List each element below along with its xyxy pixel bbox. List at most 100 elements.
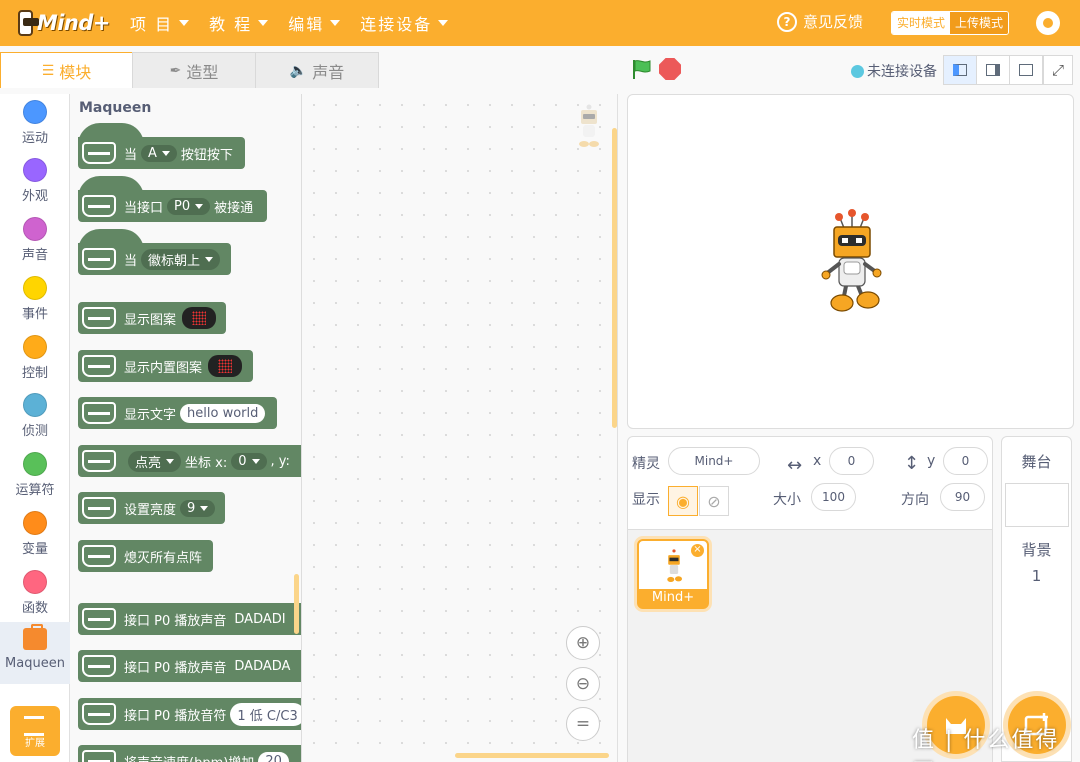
block-show-pattern[interactable]: 显示图案 [78,302,226,334]
flyout-scrollbar[interactable] [294,574,299,634]
large-stage-button[interactable] [976,55,1010,85]
direction-input[interactable]: 90 [940,483,985,511]
mindplus-robot-sprite[interactable] [820,208,884,314]
tab-sounds[interactable]: 🔈 声音 [255,52,379,88]
led-matrix-picker[interactable] [208,355,243,377]
sprite-name-input[interactable]: Mind+ [668,447,760,475]
dropdown-value: P0 [174,198,191,214]
category-label: 声音 [21,248,48,263]
small-stage-button[interactable] [943,55,977,85]
block-text: 显示图案 [124,312,177,328]
block-play-sound-2[interactable]: 接口 P0 播放声音 DADADA [78,650,301,682]
mindplus-app: { "app":{"logo_text":"Mind+","accent":"#… [0,0,1080,762]
block-when-logo-up[interactable]: 当 徽标朝上 [78,229,231,275]
stage-size-toggle [943,55,1043,85]
code-workspace[interactable]: ⊕ ⊖ = [303,94,618,762]
show-label: 显示 [632,492,660,508]
feedback-button[interactable]: ? 意见反馈 [777,11,863,32]
menu-edit[interactable]: 编辑 [288,11,341,35]
block-text: 当接口 [124,200,164,216]
category-maqueen[interactable]: Maqueen [0,622,70,684]
looks-dot-icon [23,158,47,182]
maqueen-robot-icon [82,608,116,630]
x-arrows-icon: ↔ [787,455,803,476]
maqueen-robot-icon [82,307,116,329]
backdrops-count: 1 [1031,567,1042,585]
sprite-robot-icon [579,104,599,147]
hide-sprite-button[interactable]: ⊘ [699,486,729,516]
tab-blocks[interactable]: ☰ 模块 [0,52,133,88]
caret-down-icon [438,20,449,26]
operators-dot-icon [23,452,47,476]
text-input[interactable]: hello world [180,403,266,423]
category-events[interactable]: 事件 [0,276,70,322]
menu-edit-label: 编辑 [288,15,325,34]
functions-dot-icon [23,570,47,594]
maqueen-robot-icon [82,545,116,567]
size-input[interactable]: 100 [811,483,856,511]
brightness-dropdown[interactable]: 9 [180,499,216,517]
block-play-sound-1[interactable]: 接口 P0 播放声音 DADADI [78,603,301,635]
fullscreen-button[interactable]: ⤢ [1043,55,1073,85]
sprite-thumbnail[interactable]: × Mind+ [637,539,709,609]
x-dropdown[interactable]: 0 [231,452,267,470]
block-play-note[interactable]: 接口 P0 播放音符 1 低 C/C3 [78,698,301,730]
zoom-in-button[interactable]: ⊕ [566,626,600,660]
block-show-builtin-pattern[interactable]: 显示内置图案 [78,350,253,382]
workspace-vertical-scrollbar[interactable] [612,128,617,428]
led-matrix-picker[interactable] [182,307,217,329]
zoom-reset-button[interactable]: = [566,707,600,741]
note-input[interactable]: 1 低 C/C3 [230,702,301,726]
menu-project[interactable]: 项 目 [130,11,190,35]
y-input[interactable]: 0 [943,447,988,475]
button-dropdown[interactable]: A [141,144,177,162]
plot-dropdown[interactable]: 点亮 [128,450,182,472]
category-sensing[interactable]: 侦测 [0,393,70,439]
block-set-brightness[interactable]: 设置亮度 9 [78,492,225,524]
connection-label: 未连接设备 [867,64,937,80]
show-sprite-button[interactable]: ◉ [668,486,698,516]
eye-closed-icon: ⊘ [707,491,721,511]
backdrops-label: 背景 [1021,541,1052,559]
menu-tutorial[interactable]: 教 程 [209,11,269,35]
add-extension-button[interactable]: 扩展 [10,706,60,756]
block-plot-xy[interactable]: 点亮 坐标 x: 0 , y: [78,445,301,477]
gesture-dropdown[interactable]: 徽标朝上 [141,248,221,270]
block-text: 接口 P0 播放声音 [124,613,227,629]
control-dot-icon [23,335,47,359]
green-flag-icon[interactable] [631,58,653,80]
category-motion[interactable]: 运动 [0,100,70,146]
stop-button[interactable] [659,58,681,80]
category-variables[interactable]: 变量 [0,511,70,557]
category-label: 函数 [21,601,48,616]
category-functions[interactable]: 函数 [0,570,70,616]
upload-mode-button[interactable]: 上传模式 [950,12,1009,34]
block-when-button-pressed[interactable]: 当 A 按钮按下 [78,123,245,169]
category-looks[interactable]: 外观 [0,158,70,204]
sprite-name-label: 精灵 [632,456,660,472]
realtime-mode-button[interactable]: 实时模式 [892,12,951,34]
pin-dropdown[interactable]: P0 [167,197,211,215]
zoom-out-button[interactable]: ⊖ [566,667,600,701]
x-input[interactable]: 0 [829,447,874,475]
extension-label: 扩展 [25,738,45,749]
block-when-pin-connected[interactable]: 当接口 P0 被接通 [78,176,267,222]
tempo-input[interactable]: 20 [258,751,289,762]
block-change-tempo[interactable]: 将声音速度(bpm)增加 20 [78,745,301,762]
category-control[interactable]: 控制 [0,335,70,381]
settings-gear-icon[interactable] [1036,11,1060,35]
category-sound[interactable]: 声音 [0,217,70,263]
tab-costumes[interactable]: ✒ 造型 [132,52,256,88]
delete-sprite-icon[interactable]: × [691,544,704,557]
mindplus-logo[interactable]: Mind+ [18,6,111,40]
caret-down-icon [258,20,269,26]
category-operators[interactable]: 运算符 [0,452,70,498]
workspace-horizontal-scrollbar[interactable] [455,753,609,758]
stage-thumbnail[interactable] [1005,483,1069,527]
block-show-text[interactable]: 显示文字 hello world [78,397,277,429]
connection-status[interactable]: 未连接设备 [851,61,937,81]
block-clear-matrix[interactable]: 熄灭所有点阵 [78,540,213,572]
menu-connect-device[interactable]: 连接设备 [360,11,449,35]
large-stage-icon [986,64,1000,76]
hide-stage-button[interactable] [1009,55,1043,85]
